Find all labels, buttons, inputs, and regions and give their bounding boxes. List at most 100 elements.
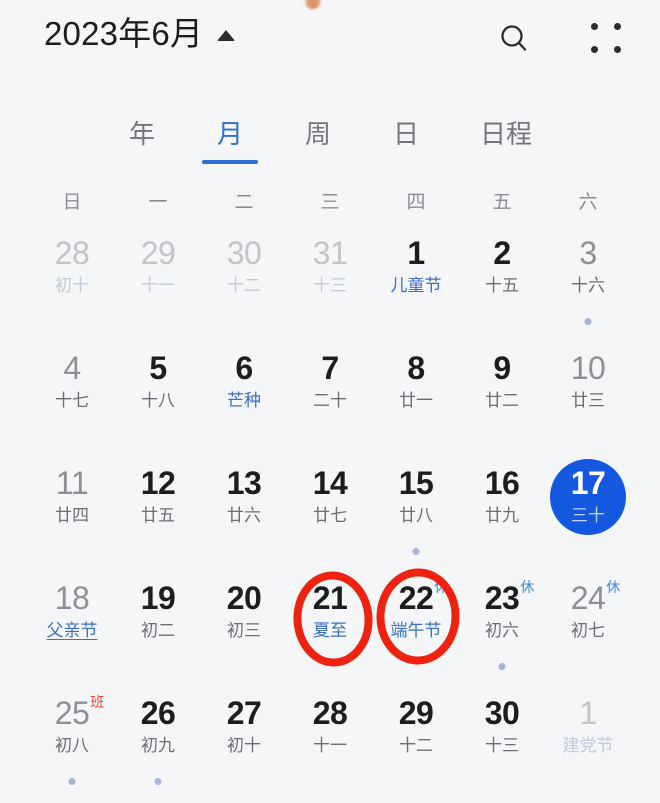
day-number-wrap: 23 休 (485, 580, 535, 614)
day-number: 25 (54, 695, 90, 731)
day-number: 30 (226, 235, 262, 271)
day-cell[interactable]: 15 廿八 (373, 458, 459, 573)
caret-up-icon[interactable] (217, 29, 236, 41)
tab-2[interactable]: 周 (274, 114, 362, 164)
day-number: 16 (484, 465, 520, 501)
day-cell[interactable]: 1 儿童节 (373, 228, 459, 343)
day-cell[interactable]: 17 三十 (545, 458, 631, 573)
day-festival-label: 夏至 (313, 621, 347, 640)
day-cell[interactable]: 1 建党节 (545, 688, 631, 803)
day-number: 30 (484, 695, 520, 731)
day-number: 3 (579, 235, 597, 271)
day-cell[interactable]: 28 十一 (287, 688, 373, 803)
day-number: 21 (312, 580, 348, 616)
day-number: 28 (312, 695, 348, 731)
month-title-button[interactable]: 2023年6月 (44, 17, 236, 50)
event-dot (412, 548, 420, 555)
day-number-wrap: 17 (571, 467, 606, 499)
day-cell[interactable]: 7 二十 (287, 343, 373, 458)
day-cell[interactable]: 4 十七 (29, 343, 115, 458)
day-number-wrap: 21 (313, 582, 348, 614)
weekday-label-2: 二 (234, 192, 254, 213)
day-festival-label[interactable]: 父亲节 (47, 622, 98, 639)
day-number-wrap: 22 休 (399, 580, 449, 614)
day-cell[interactable]: 10 廿三 (545, 343, 631, 458)
weekday-label-0: 日 (62, 192, 82, 213)
day-cell[interactable]: 5 十八 (115, 343, 201, 458)
day-cell[interactable]: 26 初九 (115, 688, 201, 803)
day-number-wrap: 26 (141, 697, 176, 729)
search-icon[interactable] (495, 20, 533, 58)
day-cell[interactable]: 28 初十 (29, 228, 115, 343)
day-festival-label: 芒种 (227, 391, 261, 410)
day-cell[interactable]: 11 廿四 (29, 458, 115, 573)
day-number-wrap: 28 (55, 237, 90, 269)
day-cell[interactable]: 24 休初七 (545, 573, 631, 688)
tab-0[interactable]: 年 (98, 114, 186, 164)
day-cell[interactable]: 18 父亲节 (29, 573, 115, 688)
day-cell[interactable]: 30 十三 (459, 688, 545, 803)
tab-1[interactable]: 月 (186, 114, 274, 164)
day-number: 2 (493, 235, 511, 271)
weekday-header: 日一二三四五六 (0, 187, 660, 214)
day-cell[interactable]: 27 初十 (201, 688, 287, 803)
day-number-wrap: 11 (56, 467, 89, 499)
day-lunar-label: 廿五 (141, 506, 175, 525)
day-cell[interactable]: 30 十二 (201, 228, 287, 343)
day-cell[interactable]: 8 廿一 (373, 343, 459, 458)
day-number-wrap: 4 (63, 352, 81, 384)
day-cell[interactable]: 3 十六 (545, 228, 631, 343)
weekday-label-6: 六 (578, 192, 598, 213)
day-cell[interactable]: 21 夏至 (287, 573, 373, 688)
day-number-wrap: 13 (227, 467, 262, 499)
day-number: 29 (140, 235, 176, 271)
day-lunar-label: 三十 (571, 506, 605, 525)
day-number-wrap: 30 (227, 237, 262, 269)
day-cell[interactable]: 9 廿二 (459, 343, 545, 458)
day-number-wrap: 18 (55, 582, 90, 614)
day-cell[interactable]: 23 休初六 (459, 573, 545, 688)
tab-3[interactable]: 日 (362, 114, 450, 164)
day-lunar-label: 十三 (485, 736, 519, 755)
day-number-wrap: 16 (485, 467, 520, 499)
day-number: 27 (226, 695, 262, 731)
day-cell[interactable]: 2 十五 (459, 228, 545, 343)
day-number: 29 (398, 695, 434, 731)
day-cell[interactable]: 14 廿七 (287, 458, 373, 573)
day-number: 31 (312, 235, 348, 271)
day-number-wrap: 27 (227, 697, 262, 729)
restday-badge: 休 (520, 579, 535, 595)
day-cell[interactable]: 20 初三 (201, 573, 287, 688)
tab-4[interactable]: 日程 (450, 114, 562, 164)
restday-badge: 休 (434, 579, 449, 595)
day-cell[interactable]: 19 初二 (115, 573, 201, 688)
day-cell[interactable]: 16 廿九 (459, 458, 545, 573)
day-number: 24 (570, 580, 606, 616)
calendar-grid: 28 初十 29 十一 30 十二 31 十三 1 儿童节 2 十五 3 十六 4 十七 5 十八 6 芒种 7 二十 8 廿… (0, 228, 660, 803)
day-lunar-label: 廿四 (55, 506, 89, 525)
day-cell[interactable]: 29 十一 (115, 228, 201, 343)
day-number-wrap: 15 (399, 467, 434, 499)
day-lunar-label: 十六 (571, 276, 605, 295)
day-cell[interactable]: 12 廿五 (115, 458, 201, 573)
day-cell[interactable]: 6 芒种 (201, 343, 287, 458)
day-number-wrap: 3 (579, 235, 597, 271)
day-number-wrap: 2 (493, 235, 511, 271)
day-cell[interactable]: 29 十二 (373, 688, 459, 803)
day-number: 18 (54, 580, 90, 616)
day-number-wrap: 9 (493, 352, 511, 384)
day-cell[interactable]: 13 廿六 (201, 458, 287, 573)
day-lunar-label: 廿九 (485, 506, 519, 525)
day-cell[interactable]: 25 班初八 (29, 688, 115, 803)
day-number-wrap: 12 (141, 467, 176, 499)
grid-dots-icon[interactable] (588, 20, 626, 58)
day-lunar-label: 十二 (227, 276, 261, 295)
day-number-wrap: 29 (399, 697, 434, 729)
day-cell[interactable]: 31 十三 (287, 228, 373, 343)
day-number: 19 (140, 580, 176, 616)
day-lunar-label: 初八 (55, 736, 89, 755)
day-lunar-label: 廿三 (571, 391, 605, 410)
day-lunar-label: 十七 (55, 391, 89, 410)
day-cell[interactable]: 22 休端午节 (373, 573, 459, 688)
weekday-label-4: 四 (406, 192, 426, 213)
